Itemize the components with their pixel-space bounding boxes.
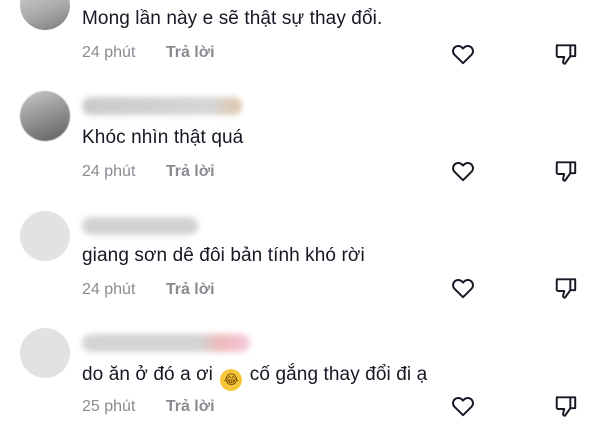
- avatar[interactable]: [20, 91, 70, 141]
- reply-button[interactable]: Trả lời: [166, 163, 215, 181]
- comment-time: 24 phút: [82, 44, 136, 61]
- heart-icon[interactable]: [450, 158, 476, 184]
- laughing-emoji-icon: 😂: [220, 369, 243, 391]
- comment-text-part: cố gắng thay đổi đi ạ: [249, 364, 428, 385]
- comment-meta: 24 phút Trả lời: [82, 281, 215, 299]
- avatar[interactable]: [20, 0, 70, 30]
- comment-time: 24 phút: [82, 163, 136, 180]
- comment-text: Khóc nhìn thật quá: [82, 127, 244, 148]
- comment-item: giang sơn dê đôi bản tính khó rời 24 phú…: [0, 211, 599, 329]
- comment-meta: 24 phút Trả lời: [82, 44, 215, 62]
- comment-time: 25 phút: [82, 398, 136, 415]
- username-blurred[interactable]: [82, 97, 242, 115]
- thumbs-down-icon[interactable]: [553, 393, 579, 419]
- comment-time: 24 phút: [82, 281, 136, 298]
- avatar[interactable]: [20, 328, 70, 378]
- comment-item: do ăn ở đó a ơi 😂 cố gắng thay đổi đi ạ …: [0, 328, 599, 446]
- reply-button[interactable]: Trả lời: [166, 398, 215, 416]
- avatar[interactable]: [20, 211, 70, 261]
- comment-text-part: do ăn ở đó a ơi: [82, 364, 214, 385]
- comment-meta: 25 phút Trả lời: [82, 398, 215, 416]
- username-blurred[interactable]: [82, 334, 250, 352]
- heart-icon[interactable]: [450, 41, 476, 67]
- reply-button[interactable]: Trả lời: [166, 44, 215, 62]
- comment-text: Mong lần này e sẽ thật sự thay đổi.: [82, 8, 383, 29]
- reply-button[interactable]: Trả lời: [166, 281, 215, 299]
- thumbs-down-icon[interactable]: [553, 158, 579, 184]
- comment-text: do ăn ở đó a ơi 😂 cố gắng thay đổi đi ạ: [82, 364, 427, 391]
- heart-icon[interactable]: [450, 275, 476, 301]
- comment-item: Khóc nhìn thật quá 24 phút Trả lời: [0, 91, 599, 209]
- comment-text: giang sơn dê đôi bản tính khó rời: [82, 245, 365, 266]
- username-blurred[interactable]: [82, 217, 198, 235]
- thumbs-down-icon[interactable]: [553, 41, 579, 67]
- thumbs-down-icon[interactable]: [553, 275, 579, 301]
- heart-icon[interactable]: [450, 393, 476, 419]
- comment-meta: 24 phút Trả lời: [82, 163, 215, 181]
